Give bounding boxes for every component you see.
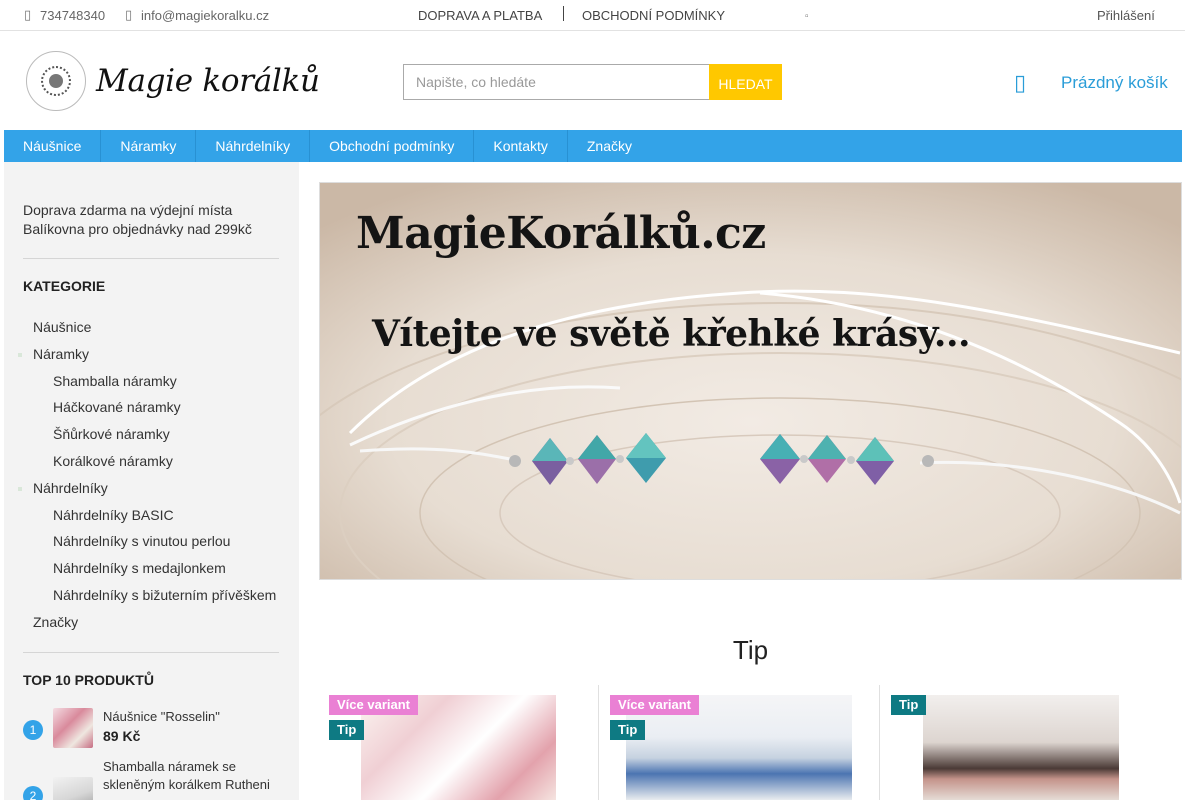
badge-tip: Tip — [610, 720, 646, 740]
search-form: HLEDAT — [403, 64, 782, 100]
nav-item-terms[interactable]: Obchodní podmínky — [310, 130, 475, 162]
shipping-promo: Doprava zdarma na výdejní místa Balíkovn… — [23, 202, 252, 237]
phone-contact[interactable]: ▯ 734748340 — [24, 8, 105, 23]
sidebar: Doprava zdarma na výdejní místa Balíkovn… — [4, 162, 299, 800]
banner-title: MagieKorálků.cz — [356, 208, 766, 259]
email-contact[interactable]: ▯ info@magiekoralku.cz — [125, 8, 269, 23]
badge-tip: Tip — [329, 720, 365, 740]
top10-item[interactable]: 2 Shamballa náramek se skleněným korálke… — [23, 754, 283, 800]
product-card[interactable]: Více variant Tip — [319, 685, 597, 800]
category-bracelets[interactable]: Náramky — [18, 341, 284, 368]
product-card[interactable]: Více variant Tip — [598, 685, 878, 800]
link-terms[interactable]: OBCHODNÍ PODMÍNKY — [582, 8, 725, 23]
nav-item-brands[interactable]: Značky — [568, 130, 651, 162]
logo-emblem-icon — [26, 51, 86, 111]
phone-icon: ▯ — [24, 8, 32, 23]
cart-link[interactable]: ▯ Prázdný košík — [1014, 70, 1168, 96]
top10-list: 1 Náušnice "Rosselin" 89 Kč 2 Shamballa … — [23, 702, 283, 800]
site-logo[interactable]: Magie korálků — [26, 50, 320, 112]
top10-title: TOP 10 PRODUKTŮ — [23, 672, 154, 688]
email-address[interactable]: info@magiekoralku.cz — [141, 8, 269, 23]
product-card[interactable]: Tip — [879, 685, 1159, 800]
bullet-icon — [18, 352, 22, 357]
login-link[interactable]: Přihlášení — [1097, 8, 1155, 23]
category-necklaces-pearl[interactable]: Náhrdelníky s vinutou perlou — [18, 528, 284, 555]
category-earrings[interactable]: Náušnice — [18, 314, 284, 341]
product-thumbnail[interactable] — [53, 777, 93, 800]
category-necklaces-basic[interactable]: Náhrdelníky BASIC — [18, 502, 284, 529]
product-thumbnail[interactable] — [53, 708, 93, 748]
category-necklaces[interactable]: Náhrdelníky — [18, 475, 284, 502]
search-input[interactable] — [403, 64, 709, 100]
logo-text: Magie korálků — [96, 63, 320, 99]
divider — [879, 685, 880, 800]
categories-title: KATEGORIE — [23, 278, 106, 294]
cart-status: Prázdný košík — [1061, 73, 1168, 92]
top10-item[interactable]: 1 Náušnice "Rosselin" 89 Kč — [23, 702, 283, 754]
category-necklaces-pendant[interactable]: Náhrdelníky s bižuterním přívěškem — [18, 582, 284, 609]
category-necklaces-medallion[interactable]: Náhrdelníky s medajlonkem — [18, 555, 284, 582]
badge-more-variants: Více variant — [329, 695, 418, 715]
category-cord-bracelets[interactable]: Šňůrkové náramky — [18, 421, 284, 448]
main-nav: Náušnice Náramky Náhrdelníky Obchodní po… — [4, 130, 1182, 162]
nav-item-bracelets[interactable]: Náramky — [101, 130, 197, 162]
dropdown-icon[interactable]: ▫ — [805, 11, 809, 22]
link-shipping-payment[interactable]: DOPRAVA A PLATBA — [418, 8, 542, 23]
nav-item-earrings[interactable]: Náušnice — [4, 130, 102, 162]
product-name[interactable]: Náušnice "Rosselin" — [103, 708, 273, 726]
category-shamballa-bracelets[interactable]: Shamballa náramky — [18, 368, 284, 395]
nav-item-contacts[interactable]: Kontakty — [474, 130, 568, 162]
badge-more-variants: Více variant — [610, 695, 699, 715]
nav-item-necklaces[interactable]: Náhrdelníky — [196, 130, 311, 162]
divider — [23, 258, 279, 259]
product-image[interactable] — [923, 695, 1119, 800]
top-bar: ▯ 734748340 ▯ info@magiekoralku.cz DOPRA… — [0, 0, 1185, 31]
product-price: 89 Kč — [103, 728, 141, 744]
bullet-icon — [18, 486, 22, 491]
banner-subtitle: Vítejte ve světě křehké krásy... — [372, 313, 971, 355]
hero-banner[interactable]: MagieKorálků.cz Vítejte ve světě křehké … — [319, 182, 1182, 580]
divider — [23, 652, 279, 653]
category-bead-bracelets[interactable]: Korálkové náramky — [18, 448, 284, 475]
product-grid: Více variant Tip Více variant Tip Tip — [319, 685, 1182, 800]
category-crocheted-bracelets[interactable]: Háčkované náramky — [18, 394, 284, 421]
rank-badge: 1 — [23, 720, 43, 740]
rank-badge: 2 — [23, 786, 43, 800]
envelope-icon: ▯ — [125, 8, 133, 23]
divider — [598, 685, 599, 800]
category-brands[interactable]: Značky — [18, 609, 284, 636]
cart-icon: ▯ — [1014, 70, 1027, 95]
category-list: Náušnice Náramky Shamballa náramky Háčko… — [18, 314, 284, 636]
divider — [563, 6, 564, 21]
search-button[interactable]: HLEDAT — [709, 64, 782, 100]
product-name[interactable]: Shamballa náramek se skleněným korálkem … — [103, 758, 273, 794]
phone-number[interactable]: 734748340 — [40, 8, 105, 23]
badge-tip: Tip — [891, 695, 927, 715]
tip-section-title: Tip — [732, 635, 769, 665]
